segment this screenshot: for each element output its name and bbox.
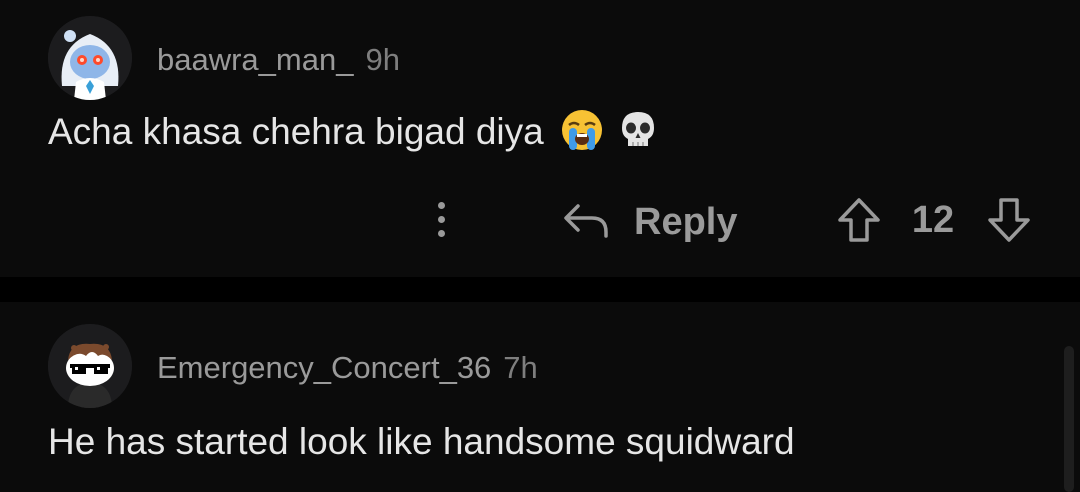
comment-body: Acha khasa chehra bigad diya xyxy=(48,110,660,156)
comment-text: He has started look like handsome squidw… xyxy=(48,421,795,462)
scrollbar[interactable] xyxy=(1064,346,1074,492)
timestamp: 9h xyxy=(365,42,400,77)
comment-divider xyxy=(0,277,1080,302)
comment-card: baawra_man_ 9h Acha khasa chehra bigad di… xyxy=(0,0,1080,277)
skull-emoji xyxy=(622,112,655,147)
avatar[interactable] xyxy=(48,16,132,100)
comment-actions: Reply 12 xyxy=(0,190,1080,250)
downvote-arrow-icon[interactable] xyxy=(986,196,1032,249)
comment-card: Emergency_Concert_36 7h He has started lo… xyxy=(0,302,1080,492)
username[interactable]: Emergency_Concert_36 xyxy=(157,350,491,385)
comment-text: Acha khasa chehra bigad diya xyxy=(48,111,544,152)
reply-label: Reply xyxy=(634,201,738,243)
timestamp: 7h xyxy=(503,350,538,385)
loudly-crying-face-emoji xyxy=(562,110,603,151)
comment-body: He has started look like handsome squidw… xyxy=(48,420,795,464)
username[interactable]: baawra_man_ xyxy=(157,42,353,77)
reply-arrow-icon xyxy=(564,204,608,238)
upvote-arrow-icon[interactable] xyxy=(836,196,882,249)
snoo-avatar-icon xyxy=(48,16,132,100)
comment-meta: baawra_man_ 9h xyxy=(157,42,400,78)
snoo-avatar-icon xyxy=(48,324,132,408)
avatar[interactable] xyxy=(48,324,132,408)
vote-count: 12 xyxy=(911,199,955,241)
more-options-icon[interactable] xyxy=(425,198,457,242)
comment-meta: Emergency_Concert_36 7h xyxy=(157,350,538,386)
